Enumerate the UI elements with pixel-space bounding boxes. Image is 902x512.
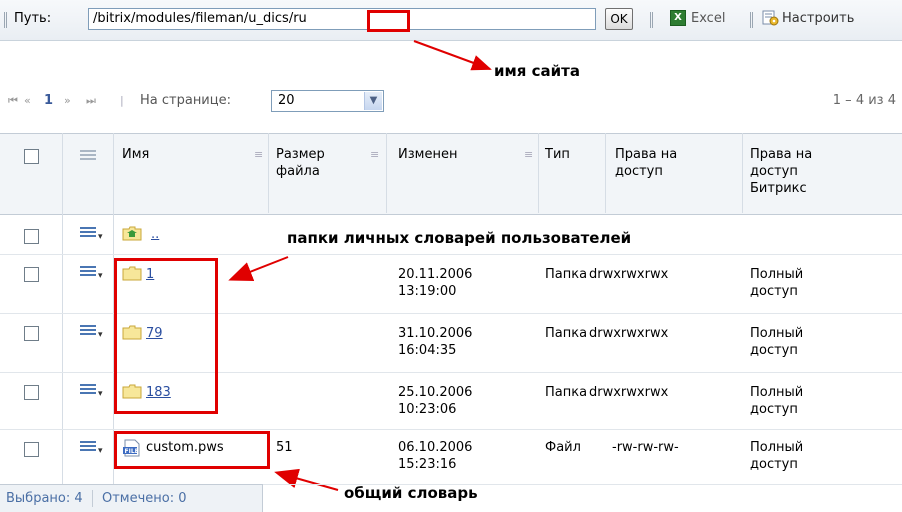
bitrix-access-line1: Полный <box>750 440 804 455</box>
user-dicts-highlight <box>114 258 218 414</box>
select-all-checkbox[interactable] <box>24 149 39 164</box>
modified-date: 25.10.2006 <box>398 385 473 400</box>
access-rights: drwxrwxrwx <box>589 267 669 282</box>
caret-down-icon[interactable]: ▾ <box>98 389 103 399</box>
chevron-down-icon[interactable]: ▼ <box>364 92 382 110</box>
caret-down-icon[interactable]: ▾ <box>98 232 103 242</box>
site-name-highlight <box>367 10 410 32</box>
file-size: 51 <box>276 440 293 455</box>
item-type: Папка <box>545 267 588 282</box>
row-checkbox[interactable] <box>24 385 39 400</box>
column-header-modified[interactable]: Изменен <box>398 146 457 163</box>
item-type: Папка <box>545 326 588 341</box>
toolbar-separator <box>4 12 5 28</box>
column-divider <box>268 133 269 213</box>
site-name-arrow <box>413 40 492 71</box>
ok-button[interactable]: OK <box>605 8 633 30</box>
row-menu-icon[interactable] <box>80 266 96 282</box>
modified-date: 06.10.2006 <box>398 440 473 455</box>
caret-down-icon[interactable]: ▾ <box>98 330 103 340</box>
excel-icon[interactable]: X <box>670 10 686 26</box>
row-menu-icon[interactable] <box>80 441 96 457</box>
caret-down-icon[interactable]: ▾ <box>98 446 103 456</box>
caret-down-icon[interactable]: ▾ <box>98 271 103 281</box>
modified-date: 20.11.2006 <box>398 267 473 282</box>
site-name-annotation: имя сайта <box>494 62 580 80</box>
status-separator <box>92 490 93 507</box>
pager-separator: | <box>120 94 125 107</box>
next-page-button[interactable]: » <box>64 94 72 107</box>
selected-count: Выбрано: 4 <box>6 491 83 506</box>
sort-icon[interactable]: ≡ <box>254 148 263 161</box>
toolbar: Путь: /bitrix/modules/fileman/u_dics/ru … <box>0 0 902 41</box>
row-menu-icon[interactable] <box>80 227 96 243</box>
column-divider <box>538 133 539 213</box>
column-header-access[interactable]: Права на доступ <box>615 146 725 180</box>
record-range: 1 – 4 из 4 <box>832 93 896 108</box>
column-divider <box>386 133 387 213</box>
modified-time: 13:19:00 <box>398 284 457 299</box>
access-rights: drwxrwxrwx <box>589 326 669 341</box>
excel-button[interactable]: Excel <box>691 11 725 26</box>
bitrix-access-line1: Полный <box>750 267 804 282</box>
column-header-bitrix-access[interactable]: Права на доступ Битрикс <box>750 146 850 197</box>
grid-header: Имя ≡ Размер файла ≡ Изменен ≡ Тип Права… <box>0 133 902 215</box>
pager: ⏮ « 1 » ⏭ | На странице: 20 ▼ 1 – 4 из 4 <box>0 90 902 114</box>
per-page-label: На странице: <box>140 93 231 108</box>
toolbar-separator <box>650 12 651 28</box>
row-checkbox[interactable] <box>24 267 39 282</box>
bitrix-access-line2: доступ <box>750 343 798 358</box>
settings-icon[interactable] <box>762 10 779 26</box>
modified-time: 10:23:06 <box>398 402 457 417</box>
item-type: Папка <box>545 385 588 400</box>
toolbar-separator <box>750 12 751 28</box>
item-type: Файл <box>545 440 581 455</box>
bitrix-access-line1: Полный <box>750 385 804 400</box>
bitrix-access-line2: доступ <box>750 457 798 472</box>
per-page-select[interactable]: 20 ▼ <box>271 90 384 112</box>
row-checkbox[interactable] <box>24 326 39 341</box>
column-header-size[interactable]: Размер файла <box>276 146 336 180</box>
current-page: 1 <box>44 93 54 108</box>
prev-page-button[interactable]: « <box>24 94 32 107</box>
bitrix-access-line1: Полный <box>750 326 804 341</box>
parent-folder-link[interactable]: .. <box>151 226 159 243</box>
per-page-value: 20 <box>278 93 295 108</box>
bitrix-access-line2: доступ <box>750 284 798 299</box>
folder-up-icon[interactable] <box>122 226 142 241</box>
column-header-type[interactable]: Тип <box>545 146 570 163</box>
bitrix-access-line2: доступ <box>750 402 798 417</box>
modified-date: 31.10.2006 <box>398 326 473 341</box>
modified-time: 15:23:16 <box>398 457 457 472</box>
row-menu-icon[interactable] <box>80 325 96 341</box>
row-menu-icon[interactable] <box>80 384 96 400</box>
path-input[interactable]: /bitrix/modules/fileman/u_dics/ru <box>88 8 596 30</box>
modified-time: 16:04:35 <box>398 343 457 358</box>
row-checkbox[interactable] <box>24 229 39 244</box>
path-label: Путь: <box>14 11 52 26</box>
column-header-name[interactable]: Имя <box>122 146 149 163</box>
access-rights: drwxrwxrwx <box>589 385 669 400</box>
sort-icon[interactable]: ≡ <box>524 148 533 161</box>
first-page-button[interactable]: ⏮ <box>8 94 19 108</box>
user-dicts-annotation: папки личных словарей пользователей <box>287 229 632 247</box>
column-divider <box>742 133 743 213</box>
access-rights: -rw-rw-rw- <box>612 440 679 455</box>
common-dict-highlight <box>114 431 270 469</box>
sort-icon[interactable]: ≡ <box>370 148 379 161</box>
last-page-button[interactable]: ⏭ <box>86 94 97 108</box>
common-dict-annotation: общий словарь <box>344 484 478 502</box>
list-menu-icon <box>80 150 96 166</box>
row-checkbox[interactable] <box>24 442 39 457</box>
column-divider <box>605 133 606 213</box>
status-bar: Выбрано: 4 Отмечено: 0 <box>0 484 263 512</box>
marked-count: Отмечено: 0 <box>102 491 187 506</box>
settings-button[interactable]: Настроить <box>782 11 854 26</box>
